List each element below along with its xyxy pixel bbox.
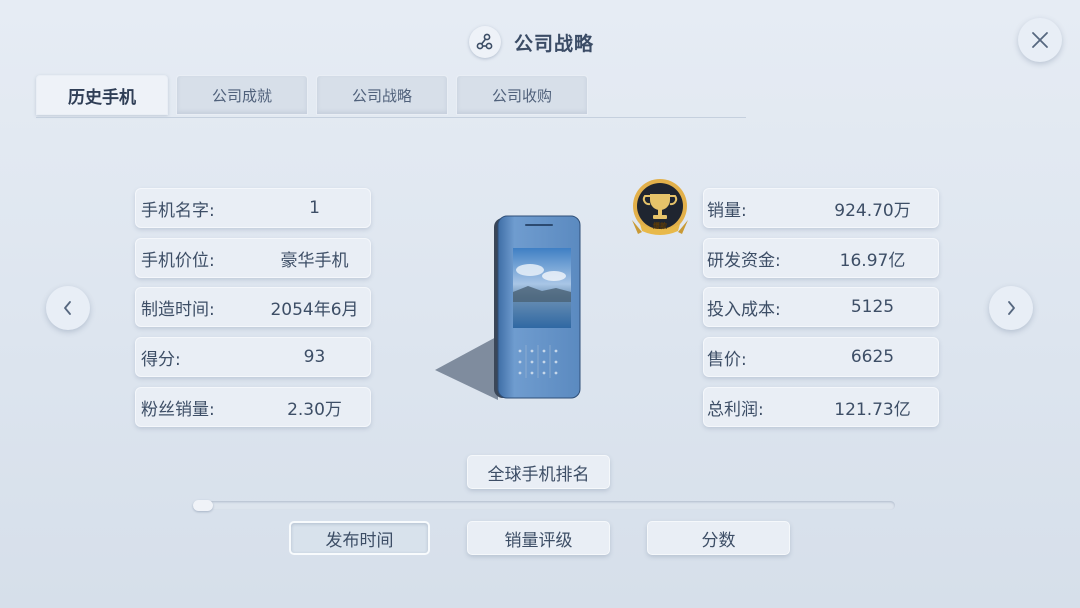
stat-value: 1	[309, 198, 320, 218]
sort-by-release-date-button[interactable]: 发布时间	[289, 521, 430, 555]
page-header: 公司战略	[469, 24, 594, 60]
stat-value: 16.97亿	[839, 250, 906, 271]
stat-label: 投入成本:	[707, 299, 781, 320]
slider-handle[interactable]	[193, 500, 213, 511]
stat-label: 手机价位:	[141, 250, 215, 271]
stat-value: 121.73亿	[834, 399, 911, 420]
hit-product-badge: 爆款	[628, 176, 692, 242]
tab-history-phones[interactable]: 历史手机	[36, 75, 168, 115]
timeline-slider[interactable]	[193, 501, 895, 510]
stat-value: 5125	[850, 297, 895, 317]
chevron-right-icon	[1008, 301, 1015, 315]
next-phone-button[interactable]	[989, 286, 1033, 330]
stat-row-score: 得分: 93	[135, 337, 371, 377]
chevron-left-icon	[64, 301, 71, 315]
stat-row-price: 售价: 6625	[703, 337, 939, 377]
stat-value: 93	[303, 347, 326, 367]
global-ranking-button[interactable]: 全球手机排名	[467, 455, 610, 489]
badge-label: 爆款	[653, 222, 667, 230]
stat-row-phone-name: 手机名字: 1	[135, 188, 371, 228]
stat-row-cost: 投入成本: 5125	[703, 287, 939, 327]
tab-divider	[36, 117, 746, 118]
stat-label: 粉丝销量:	[141, 399, 215, 420]
stat-value: 924.70万	[834, 200, 911, 221]
stat-value: 2054年6月	[270, 299, 359, 320]
stat-value: 6625	[850, 347, 895, 367]
previous-phone-button[interactable]	[46, 286, 90, 330]
stat-value: 2.30万	[287, 399, 342, 420]
stat-row-rnd-funds: 研发资金: 16.97亿	[703, 238, 939, 278]
stat-row-total-profit: 总利润: 121.73亿	[703, 387, 939, 427]
stat-row-fan-sales: 粉丝销量: 2.30万	[135, 387, 371, 427]
stat-label: 得分:	[141, 349, 181, 370]
trophy-badge-icon	[632, 179, 688, 235]
stat-label: 销量:	[707, 200, 747, 221]
stat-value: 豪华手机	[280, 250, 349, 271]
close-button[interactable]	[1018, 18, 1062, 62]
tab-achievements[interactable]: 公司成就	[176, 75, 308, 115]
tab-acquisition[interactable]: 公司收购	[456, 75, 588, 115]
stat-row-manufacture-date: 制造时间: 2054年6月	[135, 287, 371, 327]
sort-by-sales-rating-button[interactable]: 销量评级	[467, 521, 610, 555]
stat-label: 售价:	[707, 349, 747, 370]
page-title: 公司战略	[514, 32, 595, 55]
stat-label: 手机名字:	[141, 200, 215, 221]
stat-label: 总利润:	[707, 399, 764, 420]
share-network-icon	[469, 26, 501, 58]
tab-bar: 历史手机 公司成就 公司战略 公司收购	[36, 75, 596, 115]
stat-row-price-tier: 手机价位: 豪华手机	[135, 238, 371, 278]
phone-illustration	[435, 215, 581, 400]
tab-strategy[interactable]: 公司战略	[316, 75, 448, 115]
sort-by-score-button[interactable]: 分数	[647, 521, 790, 555]
stat-label: 研发资金:	[707, 250, 781, 271]
stat-label: 制造时间:	[141, 299, 215, 320]
stat-row-sales: 销量: 924.70万	[703, 188, 939, 228]
close-icon	[1032, 32, 1048, 48]
